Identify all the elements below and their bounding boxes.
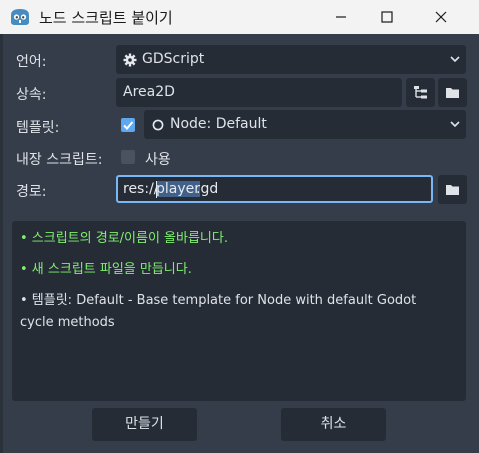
status-message-template: • 템플릿: Default - Base template for Node … (20, 293, 417, 330)
language-select[interactable]: GDScript (116, 45, 466, 74)
path-browse-button[interactable] (438, 175, 467, 204)
create-button[interactable]: 만들기 (92, 408, 197, 441)
window-title: 노드 스크립트 붙이기 (39, 9, 173, 27)
gear-icon (123, 53, 137, 67)
path-prefix: res:// (123, 181, 159, 197)
class-tree-icon (414, 86, 427, 99)
language-value: GDScript (142, 51, 205, 67)
select-class-button[interactable] (406, 78, 435, 107)
chevron-down-icon (450, 56, 460, 63)
builtin-checkbox[interactable] (121, 150, 135, 164)
status-message-new-file: • 새 스크립트 파일을 만듭니다. (20, 262, 192, 277)
path-suffix: .gd (196, 181, 219, 197)
minimize-icon (336, 16, 346, 18)
path-selected-text: player (156, 181, 201, 197)
language-label: 언어: (16, 54, 47, 70)
close-button[interactable] (418, 0, 464, 34)
close-icon (435, 11, 447, 23)
template-value: Node: Default (170, 116, 267, 132)
status-panel: • 스크립트의 경로/이름이 올바릅니다. • 새 스크립트 파일을 만듭니다.… (12, 221, 466, 401)
minimize-button[interactable] (318, 0, 364, 34)
circle-icon (152, 119, 164, 131)
template-select[interactable]: Node: Default (144, 110, 466, 139)
title-bar: 노드 스크립트 붙이기 (0, 0, 479, 34)
builtin-label: 내장 스크립트: (16, 152, 103, 168)
maximize-button[interactable] (364, 0, 410, 34)
builtin-option-label[interactable]: 사용 (145, 149, 171, 169)
maximize-icon (381, 11, 393, 23)
chevron-down-icon (450, 121, 460, 128)
godot-icon (11, 9, 29, 25)
cancel-button[interactable]: 취소 (281, 408, 386, 441)
path-input[interactable]: res:// player .gd (116, 175, 433, 203)
status-message-path-valid: • 스크립트의 경로/이름이 올바릅니다. (20, 231, 228, 246)
inherits-value: Area2D (123, 84, 175, 100)
inherits-browse-button[interactable] (438, 78, 467, 107)
inherits-input[interactable]: Area2D (116, 78, 402, 107)
folder-icon (446, 185, 459, 195)
checkmark-icon (123, 121, 134, 130)
template-checkbox[interactable] (121, 118, 135, 132)
folder-icon (446, 88, 459, 98)
inherits-label: 상속: (16, 87, 47, 103)
text-caret (156, 181, 157, 198)
window-edge (0, 34, 3, 453)
template-label: 템플릿: (16, 120, 60, 136)
path-label: 경로: (16, 184, 47, 200)
